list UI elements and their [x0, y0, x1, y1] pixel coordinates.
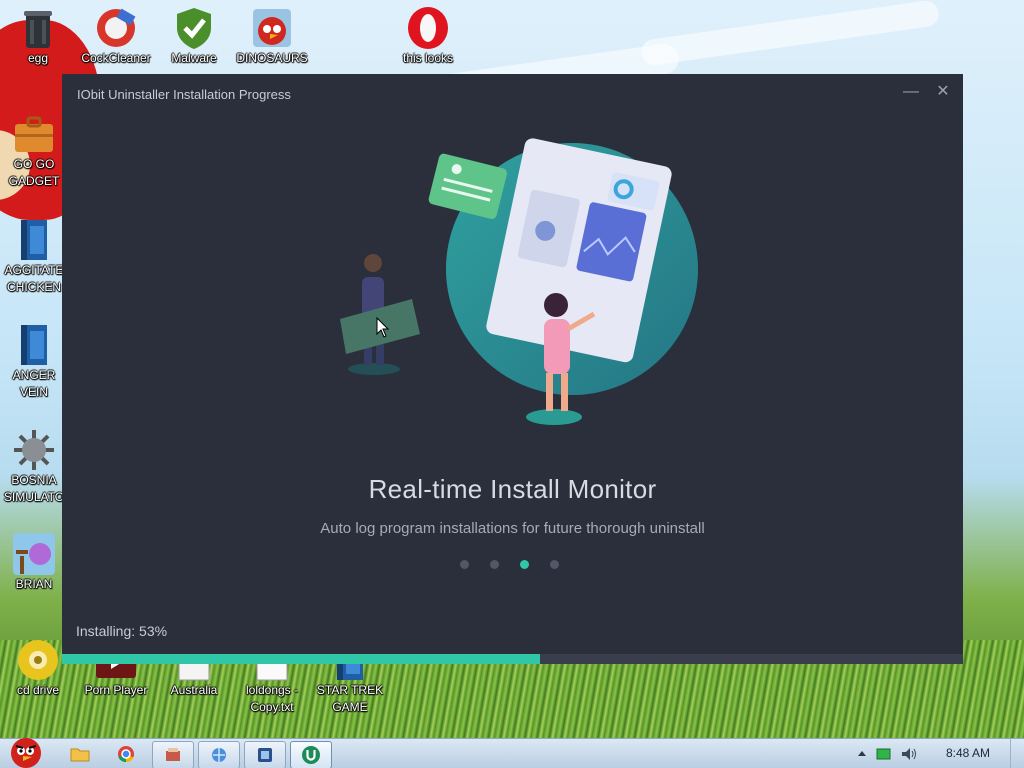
volume-icon[interactable] — [900, 746, 918, 762]
system-tray — [856, 739, 918, 768]
battery-icon[interactable] — [876, 747, 892, 761]
angry-bird-slingshot-icon — [12, 532, 56, 576]
blue-book-icon — [12, 218, 56, 262]
close-button[interactable]: ✕ — [930, 80, 956, 104]
iobit-button[interactable] — [290, 741, 332, 768]
desktop-icon-this-looks[interactable]: this looks — [390, 6, 466, 67]
install-progress-bar — [62, 654, 963, 664]
carousel-subtitle: Auto log program installations for futur… — [320, 520, 705, 537]
carousel-dot-2[interactable] — [490, 560, 499, 569]
app-button-1[interactable] — [152, 741, 194, 768]
explorer-button[interactable] — [62, 741, 98, 767]
carousel-dots — [460, 560, 559, 570]
taskbar: 8:48 AM — [0, 738, 1024, 768]
install-progress-fill — [62, 654, 540, 664]
recycle-bin-icon — [16, 6, 60, 50]
shield-check-icon — [172, 6, 216, 50]
iobit-uninstaller-icon — [302, 746, 320, 764]
angry-bird-icon — [250, 6, 294, 50]
window-title: IObit Uninstaller Installation Progress — [77, 87, 291, 102]
sky-streak — [639, 0, 941, 67]
carousel-dot-3[interactable] — [520, 560, 529, 569]
opera-icon — [406, 6, 450, 50]
app-button-3[interactable] — [244, 741, 286, 768]
network-icon — [212, 748, 226, 762]
app-button-2[interactable] — [198, 741, 240, 768]
app-icon — [166, 748, 180, 761]
start-button[interactable] — [2, 733, 48, 768]
minimize-button[interactable]: — — [898, 80, 924, 104]
blue-book-icon — [12, 323, 56, 367]
angry-bird-start-icon — [11, 738, 41, 768]
briefcase-icon — [12, 112, 56, 156]
carousel-dot-4[interactable] — [550, 560, 559, 569]
chrome-button[interactable] — [108, 741, 144, 767]
desktop-icon-dinosaurs[interactable]: DINOSAURS — [234, 6, 310, 67]
desktop-icon-egg[interactable]: egg — [0, 6, 76, 67]
carousel-headline: Real-time Install Monitor — [368, 474, 657, 504]
show-hidden-icons-icon[interactable] — [856, 748, 868, 760]
desktop-icon-malware[interactable]: Malware — [156, 6, 232, 67]
install-status-text: Installing: 53% — [76, 623, 168, 639]
install-monitor-illustration — [340, 138, 698, 425]
show-desktop-button[interactable] — [1010, 739, 1024, 768]
taskbar-clock[interactable]: 8:48 AM — [946, 746, 990, 760]
desktop-icon-cockcleaner[interactable]: CockCleaner — [78, 6, 154, 67]
chrome-icon — [118, 746, 134, 763]
program-icon — [258, 748, 272, 762]
spiked-mace-icon — [12, 428, 56, 472]
folder-icon — [70, 748, 90, 762]
mouse-cursor — [376, 317, 390, 338]
installer-window: IObit Uninstaller Installation Progress … — [62, 74, 963, 664]
ccleaner-brush-icon — [94, 6, 138, 50]
carousel-dot-1[interactable] — [460, 560, 469, 569]
cd-drive-icon — [16, 638, 60, 682]
